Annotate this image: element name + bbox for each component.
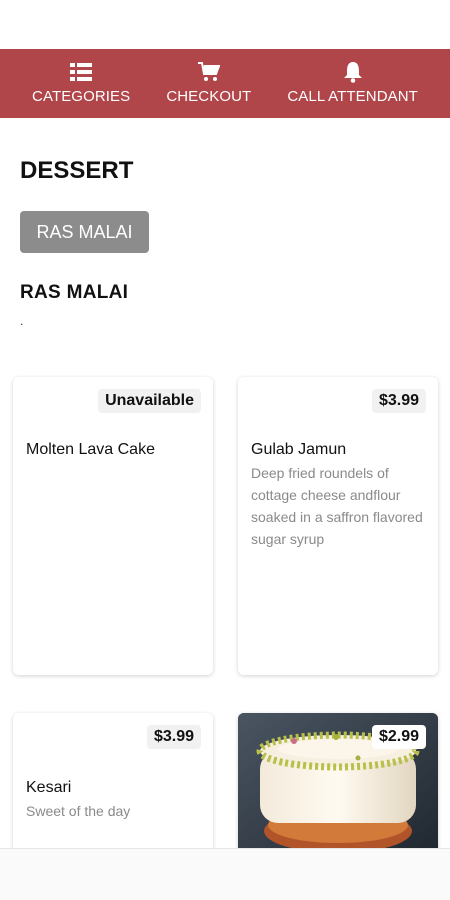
bottom-bar [0,848,450,900]
subcategory-note: . [20,314,24,328]
menu-item-card[interactable]: $2.99 [238,713,438,863]
menu-item-description: Sweet of the day [26,803,131,819]
subcategory-chip[interactable]: RAS MALAI [20,211,149,253]
top-nav-bar: CATEGORIES CHECKOUT CALL ATTENDANT [0,49,450,118]
price-badge: $2.99 [371,725,426,749]
page-title: DESSERT [20,157,134,184]
nav-categories[interactable]: CATEGORIES [32,62,130,105]
nav-categories-label: CATEGORIES [32,88,131,105]
nav-call-attendant-label: CALL ATTENDANT [287,88,418,105]
subcategory-title: RAS MALAI [20,282,129,303]
menu-item-name: Gulab Jamun [251,441,347,458]
price-badge: $3.99 [146,725,201,749]
nav-checkout[interactable]: CHECKOUT [166,62,251,105]
availability-badge: Unavailable [98,389,201,413]
cart-icon [197,62,220,82]
nav-call-attendant[interactable]: CALL ATTENDANT [287,62,418,105]
menu-item-description: Deep fried roundels of cottage cheese an… [251,465,423,547]
bell-icon [342,62,364,83]
menu-item-card[interactable]: $3.99 Gulab Jamun Deep fried roundels of… [238,377,438,675]
nav-checkout-label: CHECKOUT [166,88,252,105]
menu-item-card[interactable]: Unavailable Molten Lava Cake [13,377,213,675]
menu-item-name: Molten Lava Cake [26,441,155,458]
menu-item-name: Kesari [26,779,72,796]
grid-list-icon [70,62,93,82]
price-badge: $3.99 [371,389,426,413]
menu-item-card[interactable]: $3.99 Kesari Sweet of the day [13,713,213,863]
